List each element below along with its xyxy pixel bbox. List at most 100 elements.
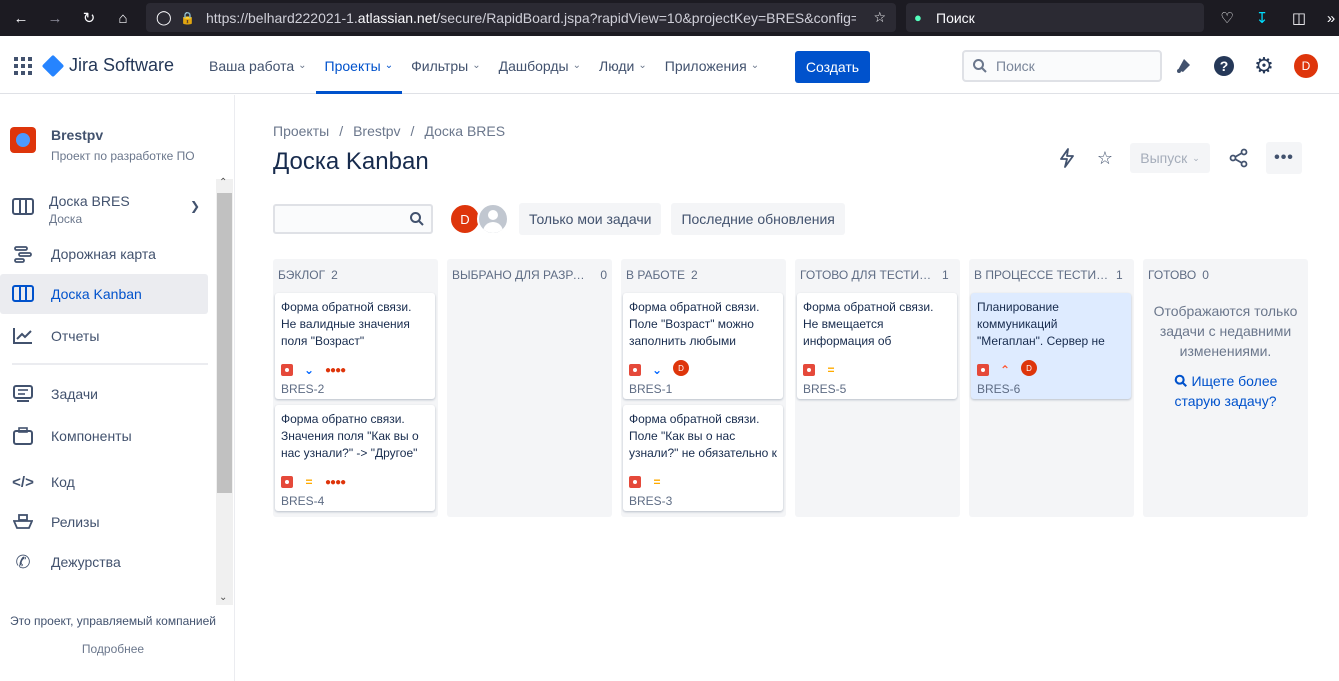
- issue-card[interactable]: Форма обратной связи. Не вмещается инфор…: [797, 293, 957, 399]
- sidebar-scrollbar[interactable]: ⌃ ⌄: [216, 177, 233, 605]
- learn-more-link[interactable]: Подробнее: [0, 642, 226, 656]
- download-icon[interactable]: ↧: [1249, 5, 1275, 31]
- lock-icon[interactable]: 🔒: [180, 11, 195, 25]
- notifications-icon[interactable]: [1172, 54, 1196, 78]
- sidebar-item-releases[interactable]: Релизы: [0, 502, 208, 542]
- jira-search-input[interactable]: Поиск: [962, 50, 1162, 82]
- back-icon[interactable]: ←: [8, 5, 34, 31]
- sidebar-toggle-icon[interactable]: ◫: [1286, 5, 1312, 31]
- chevron-down-icon: ⌄: [384, 60, 394, 71]
- overflow-menu-icon[interactable]: »: [1318, 5, 1339, 31]
- board-search-input[interactable]: [273, 204, 433, 234]
- sidebar-item-label: Компоненты: [51, 428, 132, 444]
- nav-apps[interactable]: Приложения ⌄: [656, 37, 768, 94]
- project-type: Проект по разработке ПО: [51, 149, 195, 163]
- sidebar-item-components[interactable]: Компоненты: [0, 416, 208, 456]
- board-filter-bar: D Только мои задачи Последние обновления: [273, 203, 845, 235]
- column-ready-for-testing: Готово для тестиров... 1 Форма обратной …: [795, 259, 960, 517]
- bug-type-icon: [803, 364, 815, 376]
- browser-search-field[interactable]: ● Поиск: [906, 3, 1204, 32]
- sidebar-item-code[interactable]: </> Код: [0, 462, 208, 502]
- sidebar-item-reports[interactable]: Отчеты: [0, 316, 208, 356]
- card-key: BRES-2: [281, 382, 325, 396]
- column-in-testing: В процессе тестиров... 1 Планирование ко…: [969, 259, 1134, 517]
- create-button[interactable]: Создать: [795, 51, 870, 83]
- help-icon[interactable]: ?: [1212, 54, 1236, 78]
- column-header: Бэклог 2: [273, 259, 438, 291]
- sidebar-item-on-call[interactable]: ✆ Дежурства: [0, 542, 208, 582]
- column-header: Выбрано для разраб... 0: [447, 259, 612, 291]
- managed-project-note: Это проект, управляемый компанией: [10, 614, 216, 628]
- releases-ship-icon: [12, 511, 34, 533]
- sidebar-item-issues[interactable]: Задачи: [0, 374, 208, 414]
- nav-projects[interactable]: Проекты ⌄: [315, 37, 403, 94]
- issue-card[interactable]: Форма обратной связи. Не валидные значен…: [275, 293, 435, 399]
- project-header[interactable]: Brestpv Проект по разработке ПО: [10, 127, 195, 163]
- sidebar-item-label: Отчеты: [51, 328, 100, 344]
- bookmark-star-icon[interactable]: ☆: [873, 9, 886, 26]
- search-placeholder: Поиск: [996, 58, 1035, 74]
- estimate-dots-icon: ●●●●: [325, 476, 346, 488]
- more-actions-icon[interactable]: •••: [1266, 142, 1302, 174]
- card-key: BRES-3: [629, 494, 673, 508]
- forward-icon[interactable]: →: [42, 5, 68, 31]
- column-backlog: Бэклог 2 Форма обратной связи. Не валидн…: [273, 259, 438, 517]
- sidebar-divider: [12, 363, 208, 365]
- breadcrumb-board[interactable]: Доска BRES: [424, 123, 505, 139]
- quick-filter-my-issues[interactable]: Только мои задачи: [519, 203, 662, 235]
- share-icon[interactable]: [1224, 143, 1254, 173]
- older-issues-link[interactable]: Ищете более старую задачу?: [1143, 371, 1308, 411]
- profile-avatar-initial: D: [1294, 54, 1318, 78]
- nav-dashboards[interactable]: Дашборды ⌄: [490, 37, 590, 94]
- column-count: 2: [690, 268, 698, 282]
- sidebar-item-roadmap[interactable]: Дорожная карта: [0, 234, 208, 274]
- board-switcher[interactable]: Доска BRES Доска ❯: [12, 193, 208, 226]
- app-switcher-icon[interactable]: [14, 57, 32, 75]
- scroll-up-icon[interactable]: ⌃: [219, 177, 227, 188]
- pocket-icon[interactable]: ♡: [1214, 5, 1240, 31]
- column-count: 2: [331, 268, 338, 282]
- project-name: Brestpv: [51, 127, 104, 143]
- settings-gear-icon[interactable]: ⚙: [1252, 53, 1276, 78]
- priority-medium-icon: =: [305, 475, 313, 489]
- profile-avatar[interactable]: D: [1294, 54, 1318, 78]
- sidebar-item-kanban-board[interactable]: Доска Kanban: [0, 274, 208, 314]
- column-header: В работе 2: [621, 259, 786, 291]
- breadcrumb-projects[interactable]: Проекты: [273, 123, 329, 139]
- breadcrumb-project[interactable]: Brestpv: [353, 123, 400, 139]
- column-name: Выбрано для разраб...: [452, 268, 588, 282]
- reload-icon[interactable]: ↻: [76, 5, 102, 31]
- jira-logo[interactable]: Jira Software: [41, 54, 174, 77]
- sidebar-item-label: Доска Kanban: [51, 286, 142, 302]
- home-icon[interactable]: ⌂: [110, 5, 136, 31]
- nav-people[interactable]: Люди ⌄: [590, 37, 656, 94]
- chevron-down-icon: ⌄: [298, 60, 307, 71]
- issue-card[interactable]: Форма обратной связи. Поле "Возраст" мож…: [623, 293, 783, 399]
- main-content: Проекты / Brestpv / Доска BRES Доска Kan…: [235, 95, 1339, 681]
- release-button[interactable]: Выпуск ⌄: [1130, 143, 1210, 173]
- scroll-down-icon[interactable]: ⌄: [219, 592, 227, 603]
- chevron-down-icon: ⌄: [750, 60, 760, 71]
- breadcrumb-separator: /: [410, 123, 415, 139]
- scrollbar-thumb[interactable]: [217, 193, 232, 493]
- chevron-down-icon: ⌄: [638, 60, 647, 71]
- jira-logo-icon: [41, 54, 65, 77]
- release-label: Выпуск: [1140, 150, 1188, 166]
- unassigned-avatar-icon[interactable]: [477, 203, 509, 235]
- quick-filter-recently-updated[interactable]: Последние обновления: [671, 203, 845, 235]
- nav-your-work[interactable]: Ваша работа ⌄: [200, 37, 316, 94]
- card-summary: Форма обратной связи. Не вмещается инфор…: [803, 300, 934, 348]
- reports-chart-icon: [12, 325, 34, 347]
- automation-lightning-icon[interactable]: [1052, 143, 1082, 173]
- nav-filters[interactable]: Фильтры ⌄: [402, 37, 489, 94]
- issue-card[interactable]: Форма обратной связи. Поле "Как вы о нас…: [623, 405, 783, 511]
- card-key: BRES-1: [629, 382, 673, 396]
- star-icon[interactable]: ☆: [1090, 143, 1120, 173]
- issue-card[interactable]: Планирование коммуникаций "Мегаплан". Се…: [971, 293, 1131, 399]
- issue-card[interactable]: Форма обратно связи. Значения поля "Как …: [275, 405, 435, 511]
- address-bar[interactable]: ◯ 🔒 https://belhard222021-1.atlassian.ne…: [146, 3, 896, 32]
- column-count: 0: [1202, 268, 1209, 282]
- search-engine-icon: ●: [914, 10, 922, 25]
- shield-icon[interactable]: ◯: [156, 9, 172, 26]
- board-icon: [12, 197, 34, 219]
